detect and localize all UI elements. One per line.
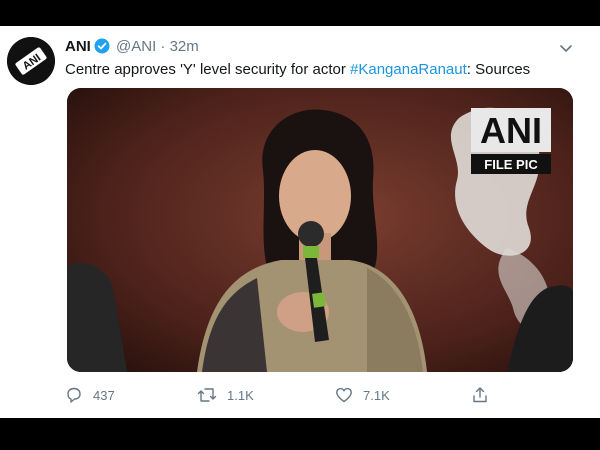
verified-badge-icon	[94, 38, 110, 58]
reply-button[interactable]: 437	[65, 386, 115, 404]
tweet-text-suffix: : Sources	[466, 61, 531, 78]
retweet-count: 1.1K	[227, 387, 254, 403]
tweet-time[interactable]: 32m	[170, 38, 199, 55]
author-name[interactable]: ANI	[65, 38, 91, 55]
like-count: 7.1K	[363, 387, 390, 403]
avatar[interactable]: ANI	[7, 37, 55, 85]
tweet-text-body: Centre approves 'Y' level security for a…	[65, 61, 351, 78]
hashtag-link[interactable]: #KanganaRanaut	[350, 61, 467, 78]
reply-icon	[67, 387, 81, 403]
ani-logo-icon: ANI	[7, 37, 55, 85]
author-handle[interactable]: @ANI	[116, 38, 156, 55]
retweet-button[interactable]: 1.1K	[197, 386, 254, 404]
reply-count: 437	[93, 387, 115, 403]
heart-icon	[336, 387, 352, 403]
share-icon	[473, 387, 487, 403]
retweet-icon	[197, 388, 217, 402]
tweet-actions: 437 1.1K 7.1K	[65, 386, 505, 406]
separator-dot: ·	[160, 38, 166, 55]
like-button[interactable]: 7.1K	[335, 386, 390, 404]
share-button[interactable]	[471, 386, 499, 404]
microphone-band-lower	[312, 292, 326, 308]
tweet-header: ANI @ANI · 32m	[65, 38, 199, 58]
tweet-text: Centre approves 'Y' level security for a…	[65, 61, 530, 78]
microphone-band	[303, 246, 319, 258]
bottom-letterbox	[0, 418, 600, 450]
tweet-image[interactable]: ANI FILE PIC	[67, 88, 573, 372]
watermark-label-text: FILE PIC	[484, 157, 538, 172]
tweet-card[interactable]: ANI ANI @ANI · 32m Centre approves 'Y' l…	[0, 26, 600, 418]
microphone-icon	[298, 221, 324, 247]
watermark-logo-text: ANI	[480, 110, 542, 151]
chevron-down-icon[interactable]	[558, 40, 574, 56]
